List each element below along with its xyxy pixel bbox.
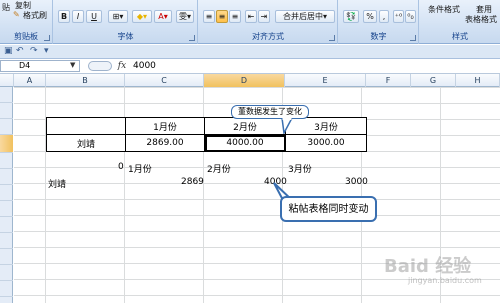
underline-button[interactable]: U	[86, 10, 102, 23]
selected-cell-d4[interactable]: 4000.00	[204, 134, 286, 152]
column-header-bar: A B C D E F G H	[0, 74, 500, 87]
indent-decrease-button[interactable]: ⇤	[245, 10, 257, 23]
row-header[interactable]	[0, 153, 13, 169]
number-launcher[interactable]	[410, 35, 416, 41]
column-header-d[interactable]: D	[204, 74, 285, 87]
column-header-c[interactable]: C	[125, 74, 204, 87]
column-header-a[interactable]: A	[14, 74, 46, 87]
format-painter-icon[interactable]: ✎	[13, 10, 20, 19]
callout-top: 董数据发生了变化	[231, 105, 309, 119]
increase-decimal-button[interactable]: ⁺⁰	[393, 10, 404, 23]
row-header[interactable]	[0, 217, 13, 233]
formula-input[interactable]: 4000	[133, 60, 156, 72]
save-icon[interactable]: ▣	[4, 46, 13, 56]
styles-group: 条件格式 套用 表格格式 样式	[420, 0, 500, 44]
row-header[interactable]	[0, 249, 13, 265]
row-header[interactable]	[0, 87, 13, 103]
row-header[interactable]	[0, 201, 13, 217]
accounting-format-button[interactable]: 💱	[343, 10, 359, 23]
table-cell[interactable]: 刘靖	[46, 134, 126, 152]
alignment-group: ≡ ≡ ≡ ⇤ ⇥ 合并后居中▾ 对齐方式	[199, 0, 338, 44]
callout-bottom-text: 粘帖表格同时变动	[288, 204, 369, 215]
undo-icon[interactable]: ↶	[16, 46, 24, 56]
table-format-button-line2[interactable]: 表格格式	[465, 14, 497, 25]
format-painter-button[interactable]: 格式刷	[23, 10, 47, 21]
insert-function-icon[interactable]: fx	[115, 60, 129, 72]
percent-button[interactable]: %	[363, 10, 377, 23]
row-header[interactable]	[0, 233, 13, 249]
alignment-launcher[interactable]	[329, 35, 335, 41]
row-header[interactable]	[0, 119, 13, 135]
number-group: 💱 % , ⁺⁰ ⁰₀ 数字	[339, 0, 419, 44]
table-cell[interactable]	[46, 117, 126, 135]
name-box-dropdown-icon[interactable]: ▼	[70, 61, 75, 69]
ribbon: 贴 复制 ✎ 格式刷 剪贴板 B I U ⊞▾ ◆▾ A▾ 雯▾ 字体 ≡ ≡ …	[0, 0, 500, 44]
clipboard-group: 贴 复制 ✎ 格式刷 剪贴板	[0, 0, 53, 44]
row-header[interactable]	[0, 265, 13, 281]
pasted-cell[interactable]: 3000	[345, 177, 368, 187]
fill-color-button[interactable]: ◆▾	[132, 10, 152, 23]
align-left-button[interactable]: ≡	[203, 10, 215, 23]
number-group-title: 数字	[370, 32, 387, 41]
row-header-active[interactable]	[0, 135, 13, 153]
borders-button[interactable]: ⊞▾	[108, 10, 128, 23]
callout-bottom: 粘帖表格同时变动	[280, 196, 377, 222]
redo-icon[interactable]: ↷	[30, 46, 38, 56]
font-group: B I U ⊞▾ ◆▾ A▾ 雯▾ 字体	[54, 0, 198, 44]
table-header-row: 1月份 2月份 3月份	[46, 117, 367, 135]
font-color-button[interactable]: A▾	[154, 10, 172, 23]
row-header-bar	[0, 87, 13, 303]
merge-center-label: 合并后居中	[282, 12, 323, 21]
table-cell[interactable]: 3000.00	[285, 134, 367, 152]
styles-group-title: 样式	[452, 32, 468, 41]
column-header-g[interactable]: G	[411, 74, 456, 87]
column-header-f[interactable]: F	[366, 74, 411, 87]
clipboard-launcher[interactable]	[44, 35, 50, 41]
pasted-cell[interactable]: 1月份	[128, 162, 152, 175]
font-group-title: 字体	[117, 32, 134, 41]
table-cell[interactable]: 3月份	[285, 117, 367, 135]
table-cell[interactable]: 1月份	[125, 117, 205, 135]
column-header-h[interactable]: H	[456, 74, 500, 87]
select-all-corner[interactable]	[0, 74, 14, 87]
pasted-cell[interactable]: 0	[118, 162, 124, 172]
watermark-logo: Baid 经验	[384, 256, 472, 277]
comma-button[interactable]: ,	[379, 10, 389, 23]
row-header[interactable]	[0, 281, 13, 297]
watermark-url: jingyan.baidu.com	[408, 276, 482, 285]
bold-button[interactable]: B	[58, 10, 70, 23]
conditional-format-button[interactable]: 条件格式	[428, 4, 460, 15]
pasted-cell[interactable]: 2月份	[207, 162, 231, 175]
callout-top-text: 董数据发生了变化	[238, 107, 302, 116]
alignment-group-title: 对齐方式	[252, 32, 284, 41]
pasted-cell[interactable]: 刘靖	[48, 177, 66, 190]
column-header-b[interactable]: B	[46, 74, 125, 87]
italic-button[interactable]: I	[72, 10, 84, 23]
name-box[interactable]: D4	[0, 60, 80, 72]
align-right-button[interactable]: ≡	[229, 10, 241, 23]
table-cell[interactable]: 2月份	[204, 117, 286, 135]
decrease-decimal-button[interactable]: ⁰₀	[405, 10, 416, 23]
align-center-button[interactable]: ≡	[216, 10, 228, 23]
callout-top-tail	[281, 118, 293, 134]
merge-center-button[interactable]: 合并后居中▾	[275, 10, 335, 23]
font-launcher[interactable]	[189, 35, 195, 41]
table-cell[interactable]: 2869.00	[125, 134, 205, 152]
customize-qat-icon[interactable]: ▾	[44, 46, 49, 56]
quick-access-toolbar: ▣ ↶ ↷ ▾	[0, 45, 500, 59]
column-header-e[interactable]: E	[285, 74, 366, 87]
formula-bar: D4 ▼ fx 4000	[0, 59, 500, 74]
source-table: 1月份 2月份 3月份 刘靖 2869.00 4000.00 3000.00	[46, 117, 367, 152]
row-header[interactable]	[0, 103, 13, 119]
indent-increase-button[interactable]: ⇥	[258, 10, 270, 23]
table-row: 刘靖 2869.00 4000.00 3000.00	[46, 134, 367, 152]
row-header[interactable]	[0, 185, 13, 201]
pasted-cell[interactable]: 2869	[181, 177, 204, 187]
paste-icon[interactable]: 贴	[2, 2, 10, 13]
formula-bar-expand-control[interactable]	[88, 61, 112, 71]
phonetic-button[interactable]: 雯▾	[176, 10, 194, 23]
row-header[interactable]	[0, 169, 13, 185]
pasted-cell[interactable]: 3月份	[288, 162, 312, 175]
